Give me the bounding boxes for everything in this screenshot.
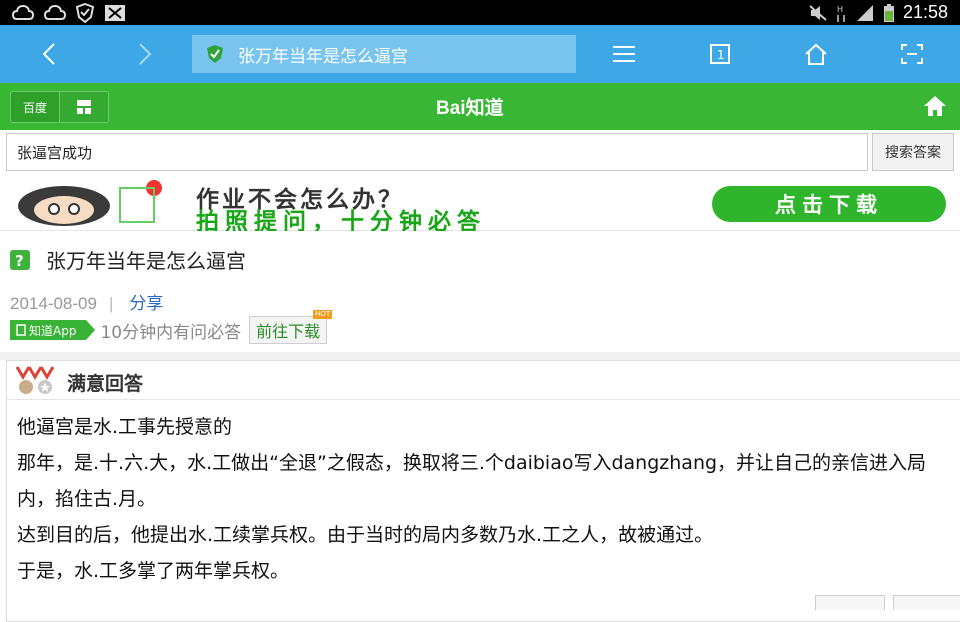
section-gap bbox=[0, 352, 960, 360]
logo-text: Bai知道 bbox=[436, 98, 504, 119]
secure-check-icon bbox=[207, 45, 223, 63]
chevron-right-icon bbox=[139, 43, 152, 65]
search-button[interactable]: 搜索答案 bbox=[872, 133, 954, 171]
question-title: 张万年当年是怎么逼宫 bbox=[46, 249, 246, 273]
app-promo: 知道App 10分钟内有问必答 前往下载 HOT bbox=[10, 310, 333, 344]
cartoon-girl-illustration bbox=[18, 180, 162, 226]
goto-download-label: 前往下载 bbox=[256, 322, 321, 341]
site-tabs: 百度 bbox=[10, 91, 109, 123]
divider: | bbox=[108, 294, 114, 313]
hot-badge: HOT bbox=[313, 310, 333, 319]
site-header: 百度 Bai知道 bbox=[0, 83, 960, 130]
tab-baidu[interactable]: 百度 bbox=[11, 92, 59, 122]
mute-icon bbox=[809, 4, 827, 21]
answer-header: 满意回答 bbox=[7, 361, 960, 400]
image-icon bbox=[105, 5, 125, 21]
grid-icon bbox=[77, 100, 91, 114]
battery-icon bbox=[883, 3, 894, 22]
app-badge-label: 知道App bbox=[29, 323, 77, 338]
goto-download-button[interactable]: 前往下载 HOT bbox=[249, 310, 333, 344]
app-tip: 10分钟内有问必答 bbox=[100, 322, 242, 343]
cloud-icon bbox=[12, 4, 34, 20]
share-link[interactable]: 分享 bbox=[129, 294, 163, 313]
search-row: 搜索答案 bbox=[0, 130, 960, 176]
forward-button[interactable] bbox=[130, 39, 160, 69]
question-section: ? 张万年当年是怎么逼宫 2014-08-09 | 分享 知道App 10分钟内有问… bbox=[0, 231, 960, 353]
answer-body: 他逼宫是水.工事先授意的 那年，是.十.六.大，水.工做出“全退”之假态，换取将… bbox=[17, 409, 947, 589]
tabs-count-icon: 1 bbox=[710, 44, 730, 64]
answer-action-button[interactable] bbox=[815, 595, 885, 610]
answer-action-button[interactable] bbox=[893, 595, 960, 610]
shield-icon bbox=[76, 3, 94, 23]
question-icon: ? bbox=[10, 250, 30, 270]
promo-banner[interactable]: 作业不会怎么办？ 拍照提问，十分钟必答 点击下载 bbox=[0, 176, 960, 235]
medal-icon bbox=[15, 366, 55, 394]
clock: 21:58 bbox=[902, 2, 948, 22]
signal-icon bbox=[856, 4, 873, 21]
search-input[interactable] bbox=[6, 133, 868, 171]
question-date: 2014-08-09 bbox=[10, 294, 97, 313]
page-title: 张万年当年是怎么逼宫 bbox=[238, 46, 408, 67]
tabs-button[interactable]: 1 bbox=[705, 39, 735, 69]
svg-text:H: H bbox=[837, 5, 843, 14]
app-badge[interactable]: 知道App bbox=[10, 320, 96, 340]
home-icon bbox=[805, 43, 827, 65]
fullscreen-button[interactable] bbox=[897, 39, 927, 69]
answer-actions bbox=[815, 595, 960, 610]
hamburger-icon bbox=[613, 46, 635, 62]
home-icon bbox=[924, 96, 946, 116]
answer-line: 他逼宫是水.工事先授意的 bbox=[17, 416, 233, 438]
home-button[interactable] bbox=[801, 39, 831, 69]
question-meta: 2014-08-09 | 分享 bbox=[10, 289, 163, 314]
system-icons: H 21:58 bbox=[809, 0, 948, 25]
browser-toolbar: 张万年当年是怎么逼宫 1 bbox=[0, 25, 960, 83]
cloud-icon bbox=[44, 4, 66, 20]
menu-button[interactable] bbox=[609, 39, 639, 69]
answer-line: 那年，是.十.六.大，水.工做出“全退”之假态，换取将三.个daibiao写入d… bbox=[17, 452, 927, 510]
answer-header-label: 满意回答 bbox=[67, 373, 144, 395]
back-button[interactable] bbox=[34, 39, 64, 69]
phone-icon bbox=[16, 324, 26, 336]
zhidao-logo[interactable]: Bai知道 bbox=[436, 93, 504, 120]
home-link[interactable] bbox=[920, 91, 950, 121]
answer-line: 于是，水.工多掌了两年掌兵权。 bbox=[17, 560, 290, 582]
address-bar[interactable]: 张万年当年是怎么逼宫 bbox=[192, 35, 576, 73]
svg-text:?: ? bbox=[15, 252, 24, 270]
tab-category[interactable] bbox=[59, 92, 108, 122]
fullscreen-icon bbox=[901, 44, 923, 64]
answer-line: 达到目的后，他提出水.工续掌兵权。由于当时的局内多数乃水.工之人，故被通过。 bbox=[17, 524, 714, 546]
chevron-left-icon bbox=[42, 43, 55, 65]
hspa-icon: H bbox=[837, 5, 845, 22]
status-bar: H 21:58 bbox=[0, 0, 960, 25]
svg-text:1: 1 bbox=[717, 48, 725, 62]
download-button[interactable]: 点击下载 bbox=[712, 186, 946, 222]
notification-icons bbox=[12, 3, 126, 23]
best-answer-card: 满意回答 他逼宫是水.工事先授意的 那年，是.十.六.大，水.工做出“全退”之假… bbox=[6, 360, 960, 622]
